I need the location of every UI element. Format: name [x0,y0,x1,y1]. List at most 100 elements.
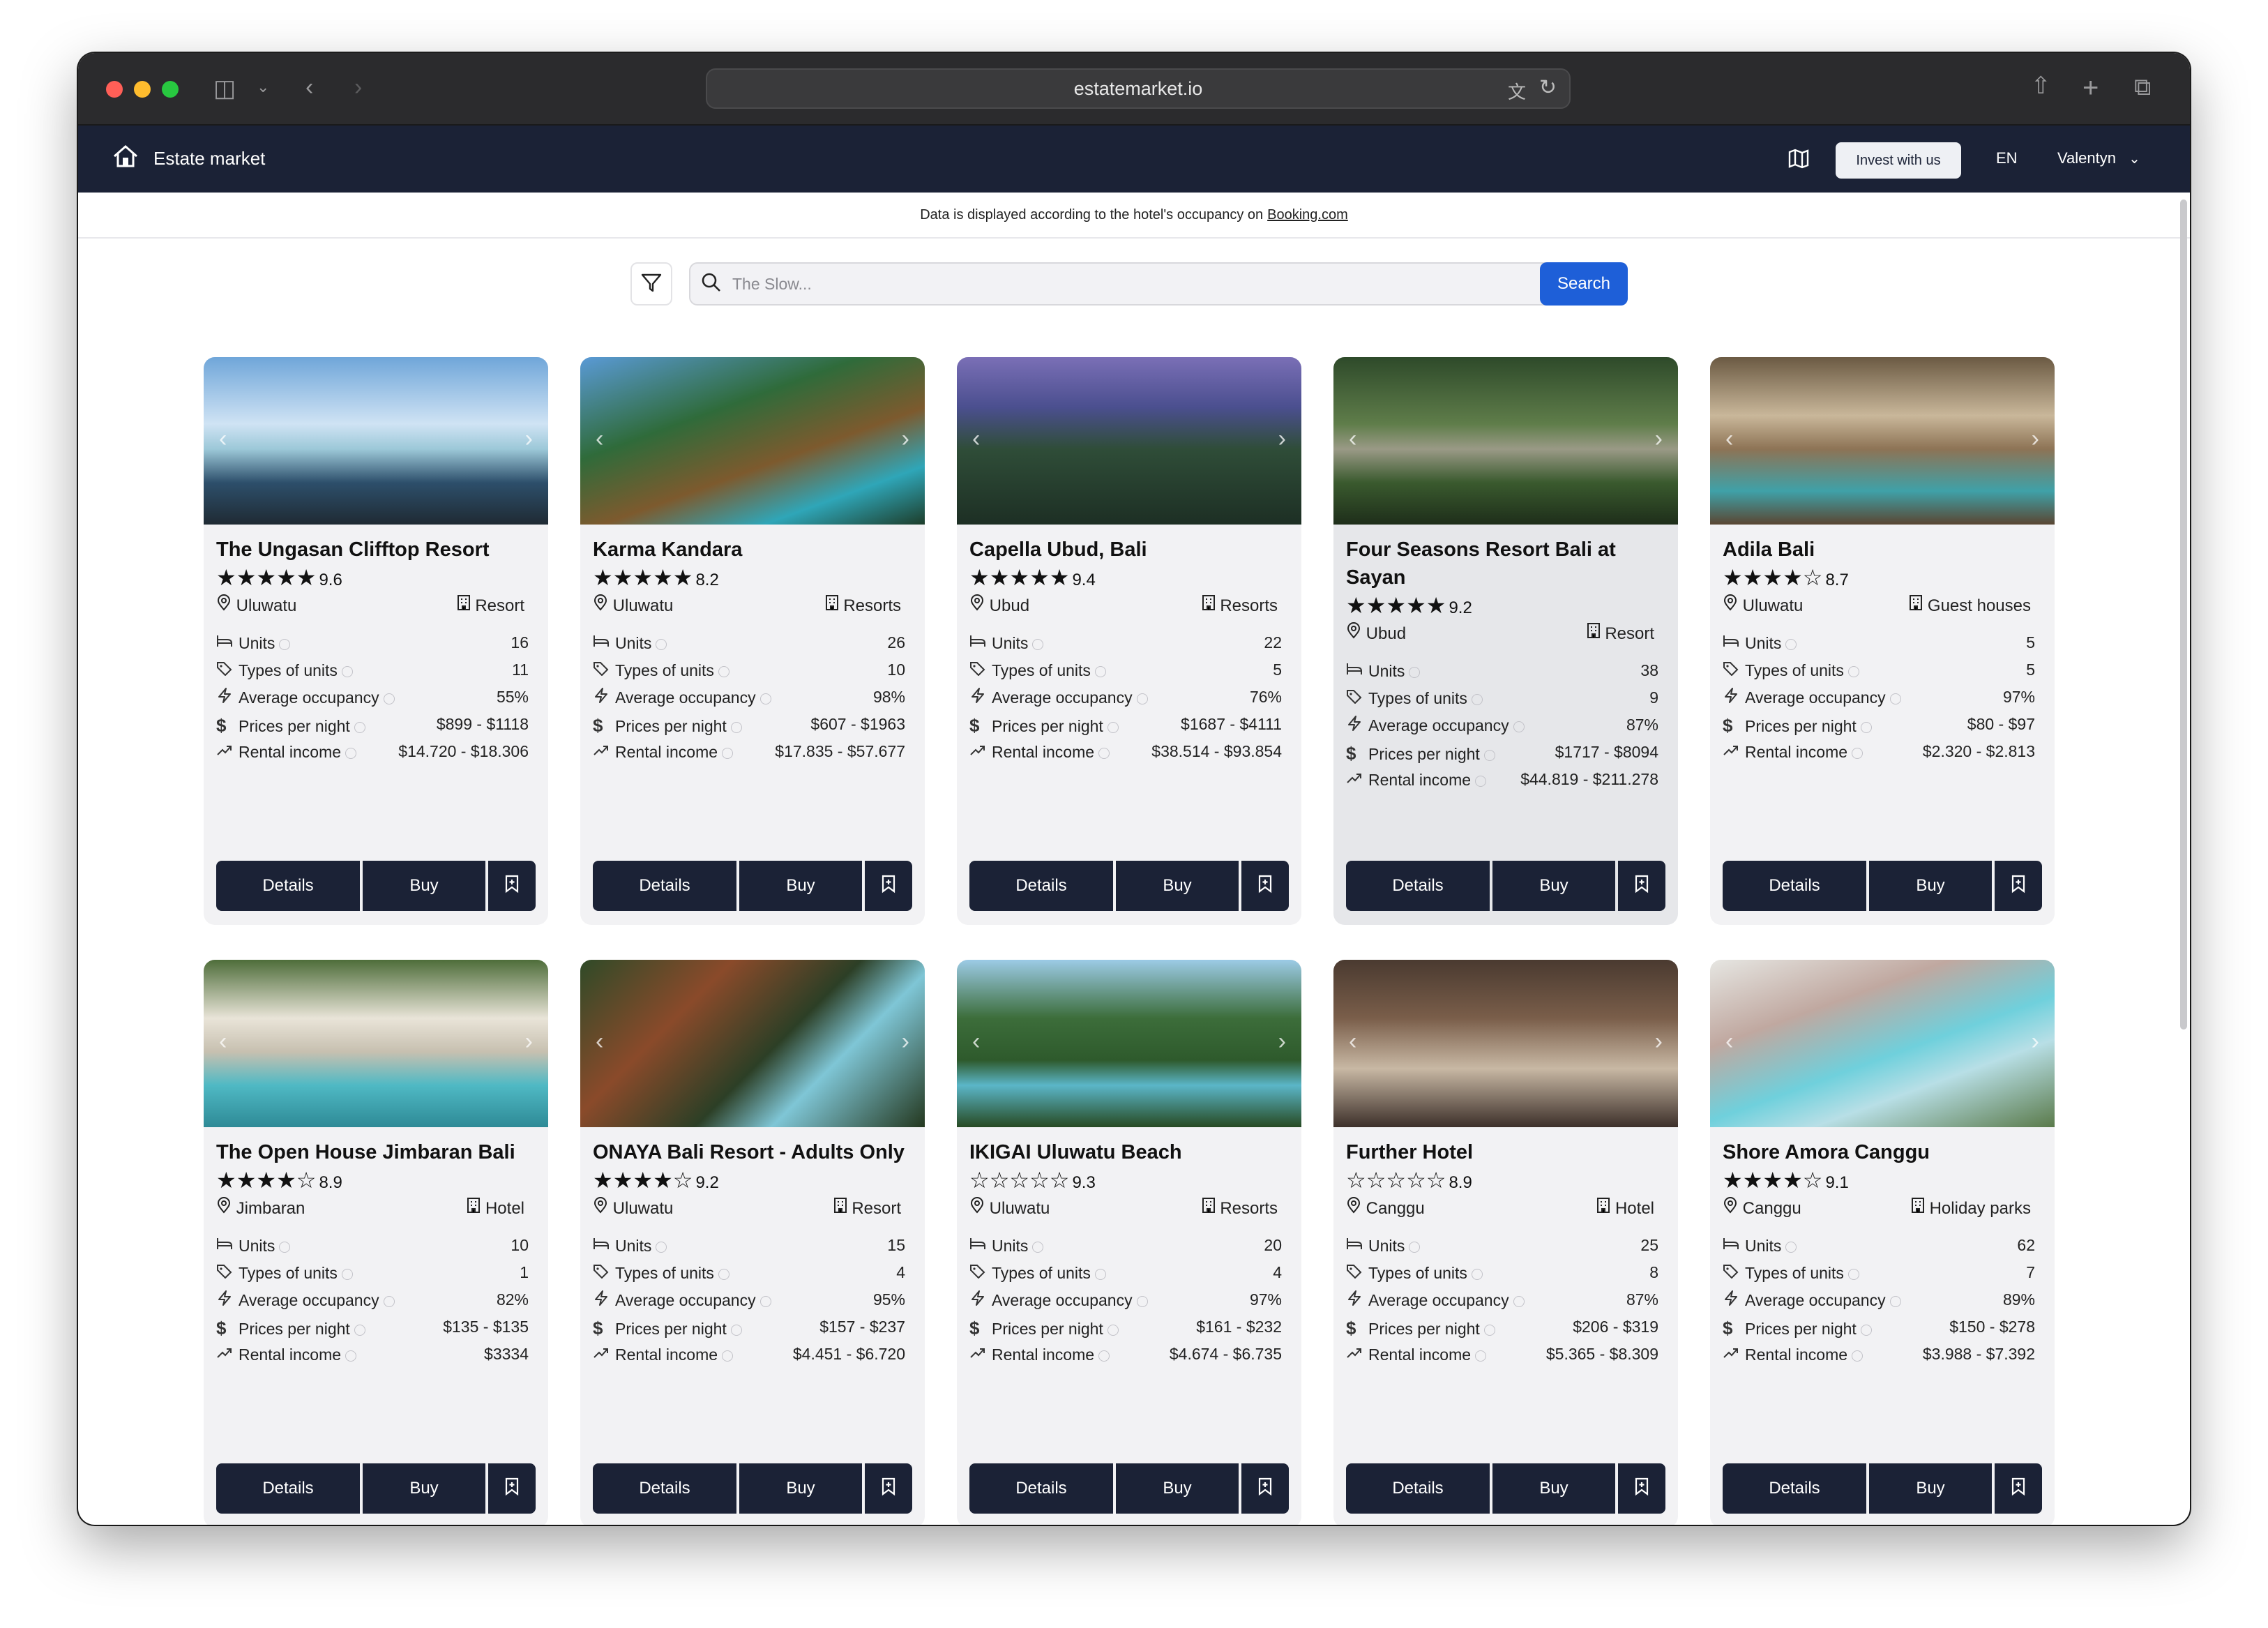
bookmark-button[interactable] [488,861,536,911]
chevron-right-icon[interactable]: › [902,1028,909,1055]
info-icon[interactable] [759,693,771,704]
info-icon[interactable] [354,1324,365,1336]
info-icon[interactable] [1098,747,1110,759]
listing-card[interactable]: ‹ › ONAYA Bali Resort - Adults Only ★★★★☆ 9.… [580,960,925,1525]
close-window-button[interactable] [106,81,123,98]
info-icon[interactable] [1847,1268,1859,1280]
info-icon[interactable] [656,638,667,650]
details-button[interactable]: Details [1346,1463,1490,1514]
info-icon[interactable] [279,1241,291,1253]
minimize-window-button[interactable] [134,81,151,98]
house-logo-icon[interactable] [112,142,139,174]
info-icon[interactable] [1032,1241,1044,1253]
details-button[interactable]: Details [1723,1463,1866,1514]
brand-name[interactable]: Estate market [153,148,265,169]
bookmark-button[interactable] [1618,861,1665,911]
listing-photo[interactable]: ‹ › [1333,357,1678,525]
listing-photo[interactable]: ‹ › [1333,960,1678,1127]
details-button[interactable]: Details [216,861,360,911]
chevron-left-icon[interactable]: ‹ [972,425,980,453]
info-icon[interactable] [1098,1350,1110,1362]
user-menu[interactable]: Valentyn ⌄ [2057,149,2140,167]
details-button[interactable]: Details [593,861,736,911]
listing-title[interactable]: The Open House Jimbaran Bali [216,1138,537,1166]
listing-photo[interactable]: ‹ › [957,357,1301,525]
details-button[interactable]: Details [1346,861,1490,911]
bookmark-button[interactable] [1995,1463,2042,1514]
sidebar-icon[interactable]: ◫ [213,77,236,100]
info-icon[interactable] [383,1295,395,1307]
listing-card[interactable]: ‹ › Further Hotel ☆☆☆☆☆ 8.9 Canggu Hotel Unit… [1333,960,1678,1525]
buy-button[interactable]: Buy [1116,861,1239,911]
listing-card[interactable]: ‹ › Karma Kandara ★★★★★ 8.2 Uluwatu Resorts U… [580,357,925,925]
listing-card[interactable]: ‹ › The Ungasan Clifftop Resort ★★★★★ 9.6 Ul… [204,357,548,925]
buy-button[interactable]: Buy [1869,861,1992,911]
reload-icon[interactable]: ↻ [1539,75,1557,100]
listing-card[interactable]: ‹ › The Open House Jimbaran Bali ★★★★☆ 8.9 J… [204,960,548,1525]
info-icon[interactable] [1032,638,1044,650]
listing-photo[interactable]: ‹ › [204,960,548,1127]
info-icon[interactable] [345,1350,357,1362]
booking-link[interactable]: Booking.com [1267,207,1348,223]
address-bar[interactable]: estatemarket.io 文 ↻ [706,68,1571,109]
chevron-right-icon[interactable]: › [2032,425,2039,453]
info-icon[interactable] [1513,721,1525,732]
bookmark-button[interactable] [865,861,912,911]
listing-title[interactable]: Adila Bali [1723,536,2043,564]
info-icon[interactable] [1136,1295,1148,1307]
info-icon[interactable] [1785,1241,1797,1253]
buy-button[interactable]: Buy [363,1463,485,1514]
listing-title[interactable]: Capella Ubud, Bali [969,536,1290,564]
tabs-overview-icon[interactable]: ⧉ [2134,75,2151,99]
translate-icon[interactable]: 文 [1508,78,1526,104]
info-icon[interactable] [1852,747,1863,759]
share-icon[interactable]: ⇧ [2031,74,2051,98]
chevron-right-icon[interactable]: › [1278,425,1286,453]
buy-button[interactable]: Buy [363,861,485,911]
buy-button[interactable]: Buy [1492,861,1615,911]
listing-photo[interactable]: ‹ › [580,960,925,1127]
chevron-left-icon[interactable]: ‹ [972,1028,980,1055]
listing-photo[interactable]: ‹ › [1710,357,2055,525]
info-icon[interactable] [1889,693,1901,704]
chevron-left-icon[interactable]: ‹ [1349,1028,1356,1055]
listing-title[interactable]: Further Hotel [1346,1138,1667,1166]
buy-button[interactable]: Buy [1492,1463,1615,1514]
bookmark-button[interactable] [1241,1463,1289,1514]
chevron-left-icon[interactable]: ‹ [596,1028,603,1055]
info-icon[interactable] [1785,638,1797,650]
chevron-left-icon[interactable]: ‹ [1725,425,1733,453]
listing-title[interactable]: Shore Amora Canggu [1723,1138,2043,1166]
forward-icon[interactable]: › [354,75,362,99]
bookmark-button[interactable] [865,1463,912,1514]
info-icon[interactable] [341,1268,353,1280]
listing-card[interactable]: ‹ › Adila Bali ★★★★☆ 8.7 Uluwatu Guest house… [1710,357,2055,925]
new-tab-icon[interactable]: + [2082,74,2099,102]
listing-title[interactable]: The Ungasan Clifftop Resort [216,536,537,564]
page-scrollbar[interactable] [2180,199,2187,1030]
info-icon[interactable] [1107,721,1119,733]
search-input[interactable]: The Slow... [689,262,1628,306]
listing-photo[interactable]: ‹ › [204,357,548,525]
info-icon[interactable] [1513,1295,1525,1307]
info-icon[interactable] [1860,721,1872,733]
listing-card[interactable]: ‹ › IKIGAI Uluwatu Beach ☆☆☆☆☆ 9.3 Uluwatu R… [957,960,1301,1525]
listing-card[interactable]: ‹ › Four Seasons Resort Bali at Sayan ★★★★★… [1333,357,1678,925]
info-icon[interactable] [718,665,729,677]
info-icon[interactable] [1483,1324,1495,1336]
info-icon[interactable] [718,1268,729,1280]
chevron-right-icon[interactable]: › [1655,425,1663,453]
buy-button[interactable]: Buy [1869,1463,1992,1514]
chevron-right-icon[interactable]: › [1655,1028,1663,1055]
info-icon[interactable] [722,747,734,759]
listing-title[interactable]: ONAYA Bali Resort - Adults Only [593,1138,914,1166]
details-button[interactable]: Details [969,1463,1113,1514]
info-icon[interactable] [383,693,395,704]
zoom-window-button[interactable] [162,81,179,98]
chevron-left-icon[interactable]: ‹ [1725,1028,1733,1055]
info-icon[interactable] [1475,1350,1487,1362]
bookmark-button[interactable] [1241,861,1289,911]
details-button[interactable]: Details [1723,861,1866,911]
info-icon[interactable] [1475,775,1487,787]
listing-title[interactable]: Karma Kandara [593,536,914,564]
